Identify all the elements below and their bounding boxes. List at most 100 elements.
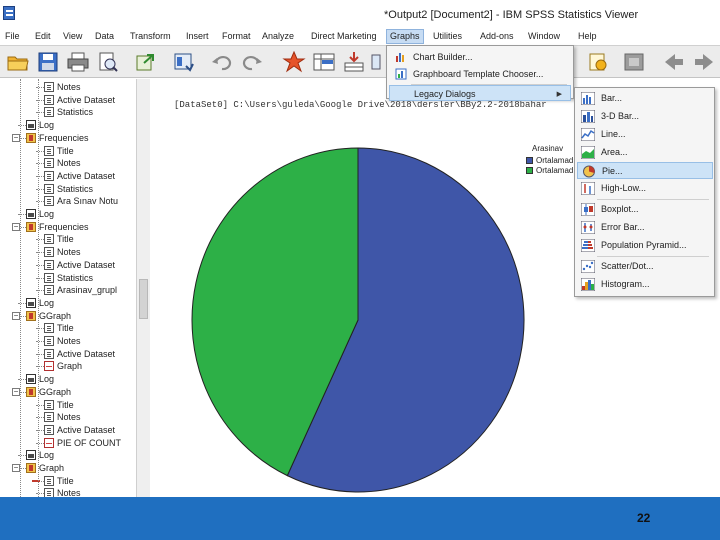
menu-window[interactable]: Window [528,31,560,41]
chart-builder-item[interactable]: Chart Builder... [389,49,571,65]
go-to-data-icon[interactable] [282,50,306,73]
page-icon [44,259,54,270]
legacy-error-bar-item[interactable]: Error Bar... [577,219,713,236]
area-chart-icon [581,146,595,159]
designate-window-icon[interactable] [622,51,646,73]
legacy-population-pyramid-item[interactable]: Population Pyramid... [577,237,713,254]
outline-item-label: Graph [57,361,83,372]
legacy-3d-bar-item[interactable]: 3-D Bar... [577,108,713,125]
menu-format[interactable]: Format [222,31,251,41]
outline-item-label: Graph [39,463,65,473]
outline-item-label: Notes [57,336,81,346]
collapse-toggle-icon[interactable]: − [12,133,20,142]
legacy-bar-item[interactable]: Bar... [577,90,713,107]
histogram-icon [581,278,595,291]
page-icon [44,323,54,334]
outline-item-label: Active Dataset [57,348,116,359]
page-icon [44,145,54,156]
collapse-toggle-icon[interactable]: − [12,311,20,320]
menu-utilities[interactable]: Utilities [433,31,462,41]
outline-item-label: Active Dataset [57,94,116,105]
page-icon [44,158,54,169]
open-folder-icon[interactable] [6,51,30,73]
outline-item-label: Notes [57,82,81,92]
outline-item-label: Log [39,297,55,308]
collapse-toggle-icon[interactable]: − [12,222,20,231]
page-icon [44,272,54,283]
go-to-case-icon[interactable] [312,51,336,73]
page-icon [44,247,54,258]
menu-help[interactable]: Help [578,31,597,41]
legacy-area-item[interactable]: Area... [577,144,713,161]
tree-guide-line [20,79,21,497]
outline-item-label: GGraph [39,310,72,321]
chart-node-icon [44,437,54,448]
collapse-toggle-icon[interactable]: − [12,464,20,472]
output-book-icon [26,221,36,232]
undo-icon[interactable] [210,51,234,73]
page-icon [44,285,54,296]
menu-analyze[interactable]: Analyze [262,31,294,41]
graphs-menu: Chart Builder... Graphboard Template Cho… [386,45,574,101]
forward-icon[interactable] [692,51,716,73]
high-low-chart-icon [581,182,595,195]
menu-transform[interactable]: Transform [130,31,171,41]
legacy-boxplot-item[interactable]: Boxplot... [577,201,713,218]
error-bar-icon [581,221,595,234]
legacy-histogram-item[interactable]: Histogram... [577,276,713,293]
output-outline-pane[interactable]: Notes Active Dataset Statistics Log − Frequen… [0,79,136,499]
print-preview-icon[interactable] [96,51,120,73]
menu-edit[interactable]: Edit [35,31,51,41]
page-number: 22 [637,511,651,525]
legacy-scatter-dot-item[interactable]: Scatter/Dot... [577,258,713,275]
outline-item-label: Statistics [57,183,94,194]
outline-item-label: Arasinav_grupl [57,285,118,296]
legend-swatch [526,167,533,174]
legacy-line-item[interactable]: Line... [577,126,713,143]
log-icon [26,120,36,131]
graphboard-template-item[interactable]: Graphboard Template Chooser... [389,66,571,82]
page-icon [44,94,54,105]
variables-icon[interactable] [342,51,366,73]
page-icon [44,82,54,92]
scrollbar-thumb[interactable] [139,279,148,319]
line-chart-icon [581,128,595,141]
page-icon [44,107,54,118]
legacy-high-low-item[interactable]: High-Low... [577,180,713,197]
chart-node-icon [44,361,54,372]
menu-view[interactable]: View [63,31,82,41]
chart-builder-icon [396,53,404,62]
print-icon[interactable] [66,51,90,73]
output-book-icon [26,310,36,321]
outline-scrollbar[interactable] [136,79,150,497]
spss-viewer-window: *Output2 [Document2] - IBM SPSS Statisti… [0,0,720,540]
bar-chart-icon [581,92,595,105]
back-icon[interactable] [662,51,686,73]
menu-file[interactable]: File [5,31,20,41]
legacy-pie-item[interactable]: Pie... [577,162,713,179]
pie-chart[interactable] [190,146,526,494]
menu-insert[interactable]: Insert [186,31,209,41]
menu-data[interactable]: Data [95,31,114,41]
legacy-dialogs-submenu: Bar... 3-D Bar... Line... Area... Pie...… [574,87,715,297]
submenu-arrow-icon: ▶ [556,91,562,98]
run-script-icon[interactable] [586,51,610,73]
pie-chart-icon [583,165,595,178]
spss-app-icon[interactable] [3,6,15,20]
output-book-icon [26,463,36,473]
page-icon [44,336,54,346]
legacy-dialogs-item[interactable]: Legacy Dialogs ▶ [389,85,571,101]
menu-graphs[interactable]: Graphs [386,29,424,44]
log-icon [26,374,36,385]
menu-direct-marketing[interactable]: Direct Marketing [311,31,377,41]
recall-dialog-icon[interactable] [172,51,196,73]
redo-icon[interactable] [240,51,264,73]
page-icon [44,170,54,181]
menu-add-ons[interactable]: Add-ons [480,31,514,41]
export-icon[interactable] [134,51,158,73]
collapse-toggle-icon[interactable]: − [12,387,20,396]
window-title: *Output2 [Document2] - IBM SPSS Statisti… [384,9,639,21]
page-icon [44,412,54,423]
save-icon[interactable] [36,51,60,73]
outline-item-label: Title [57,145,74,156]
